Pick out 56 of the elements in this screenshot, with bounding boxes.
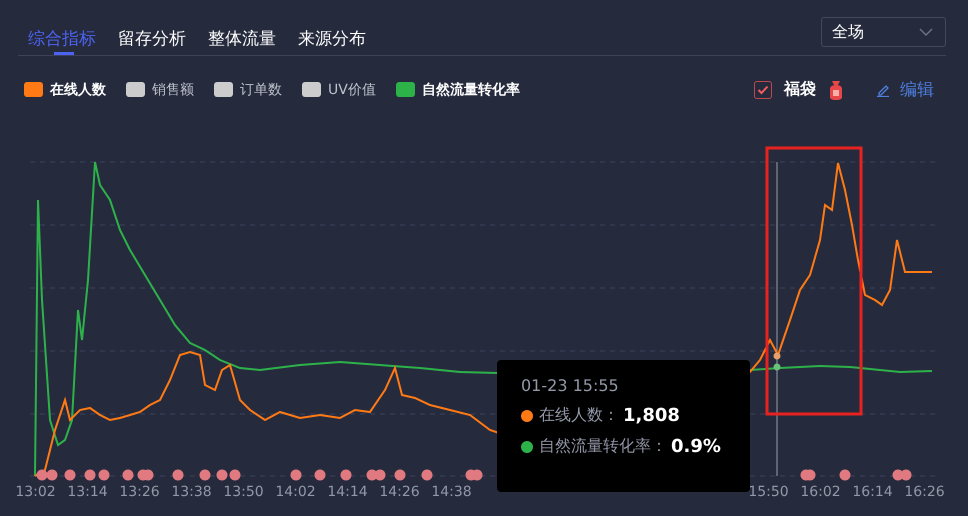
series-label: 在线人数： <box>539 405 619 426</box>
series-label: 自然流量转化率： <box>539 436 667 457</box>
series-value: 1,808 <box>623 405 680 426</box>
legend-item[interactable]: 在线人数 <box>24 80 106 98</box>
event-marker <box>804 470 816 480</box>
event-marker <box>230 470 240 480</box>
chevron-down-icon <box>919 28 933 36</box>
event-marker <box>900 470 912 480</box>
event-marker <box>64 470 76 480</box>
axis-label: 13:38 <box>170 484 213 500</box>
event-marker <box>84 470 96 480</box>
event-marker <box>46 470 58 480</box>
event-marker <box>36 470 48 480</box>
event-marker <box>374 470 386 480</box>
legend-item[interactable]: 销售额 <box>126 80 194 98</box>
event-marker <box>142 470 154 480</box>
axis-label: 14:14 <box>326 484 369 500</box>
legend-item[interactable]: 自然流量转化率 <box>396 80 520 98</box>
axis-label: 14:26 <box>378 484 421 500</box>
event-marker <box>340 470 352 480</box>
axis-label: 13:02 <box>14 484 57 500</box>
event-marker <box>314 470 326 480</box>
data-point <box>774 352 780 360</box>
event-marker <box>216 470 228 480</box>
legend-item[interactable]: 订单数 <box>214 80 282 98</box>
event-marker <box>98 470 110 480</box>
axis-label: 16:14 <box>851 484 894 500</box>
legend-item[interactable]: UV价值 <box>302 80 376 98</box>
tab[interactable]: 整体流量 <box>208 18 276 55</box>
axis-label: 15:50 <box>747 484 790 500</box>
lucky-bag-label: 福袋 <box>784 79 816 100</box>
axis-label: 16:26 <box>903 484 946 500</box>
tooltip-title: 01-23 15:55 <box>521 376 620 395</box>
event-marker <box>394 470 406 480</box>
edit-button[interactable]: 编辑 <box>876 78 934 101</box>
scope-dropdown[interactable]: 全场 <box>821 17 946 47</box>
event-marker <box>422 470 432 480</box>
axis-label: 16:02 <box>799 484 842 500</box>
data-point <box>774 364 780 370</box>
tab[interactable]: 来源分布 <box>298 18 366 55</box>
event-marker <box>840 470 850 480</box>
event-marker <box>290 470 302 480</box>
event-marker <box>472 470 482 480</box>
axis-label: 14:38 <box>430 484 473 500</box>
axis-label: 13:26 <box>118 484 161 500</box>
tab[interactable]: 留存分析 <box>118 18 186 55</box>
axis-label: 13:50 <box>222 484 265 500</box>
event-marker <box>172 470 184 480</box>
pencil-icon <box>876 82 890 96</box>
check-icon <box>757 84 769 94</box>
event-marker <box>122 470 134 480</box>
axis-label: 13:14 <box>66 484 109 500</box>
event-marker <box>200 470 210 480</box>
lucky-bag-checkbox[interactable] <box>754 80 772 98</box>
series-value: 0.9% <box>671 436 721 457</box>
axis-label: 14:02 <box>274 484 317 500</box>
